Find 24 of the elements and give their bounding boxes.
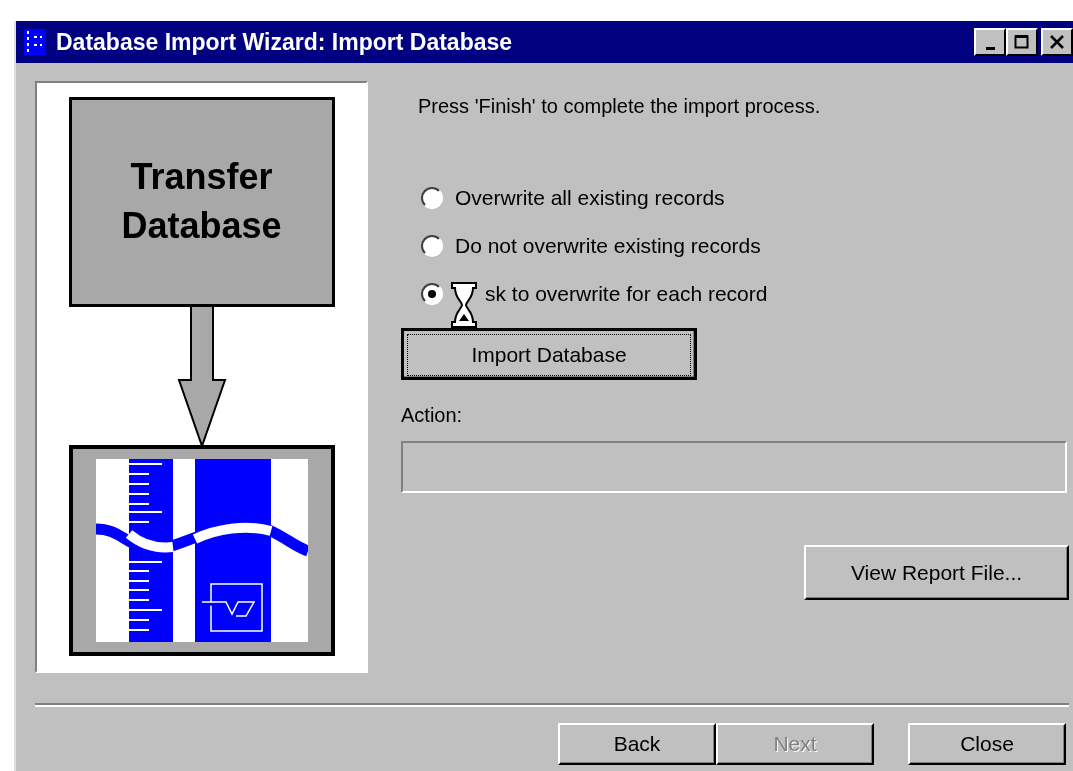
maximize-button[interactable] [1006, 28, 1038, 56]
radio-option[interactable]: Overwrite all existing records [421, 186, 1073, 210]
panel-heading: Transfer Database [120, 155, 283, 248]
option-label: Overwrite all existing records [455, 186, 725, 210]
close-button[interactable] [1041, 28, 1073, 56]
app-icon [24, 29, 46, 55]
action-label: Action: [401, 404, 464, 427]
radio-option[interactable]: Do not overwrite existing records [421, 234, 1073, 258]
radio-button[interactable] [421, 283, 443, 305]
radio-option[interactable]: sk to overwrite for each record [421, 282, 1073, 306]
view-report-button[interactable]: View Report File... [804, 545, 1069, 600]
minimize-button[interactable] [974, 28, 1006, 56]
instruction-text: Press 'Finish' to complete the import process. [418, 95, 822, 118]
import-database-button[interactable]: Import Database [401, 328, 697, 380]
nav-button[interactable]: Close [908, 723, 1066, 765]
option-label: Do not overwrite existing records [455, 234, 761, 258]
radio-button[interactable] [421, 187, 443, 209]
maximize-icon [1014, 34, 1030, 50]
option-label: sk to overwrite for each record [485, 282, 768, 306]
close-icon [1049, 34, 1065, 50]
minimize-icon [985, 46, 995, 50]
radio-button[interactable] [421, 235, 443, 257]
nav-button[interactable]: Back [558, 723, 716, 765]
window-title: Database Import Wizard: Import Database [56, 28, 513, 56]
